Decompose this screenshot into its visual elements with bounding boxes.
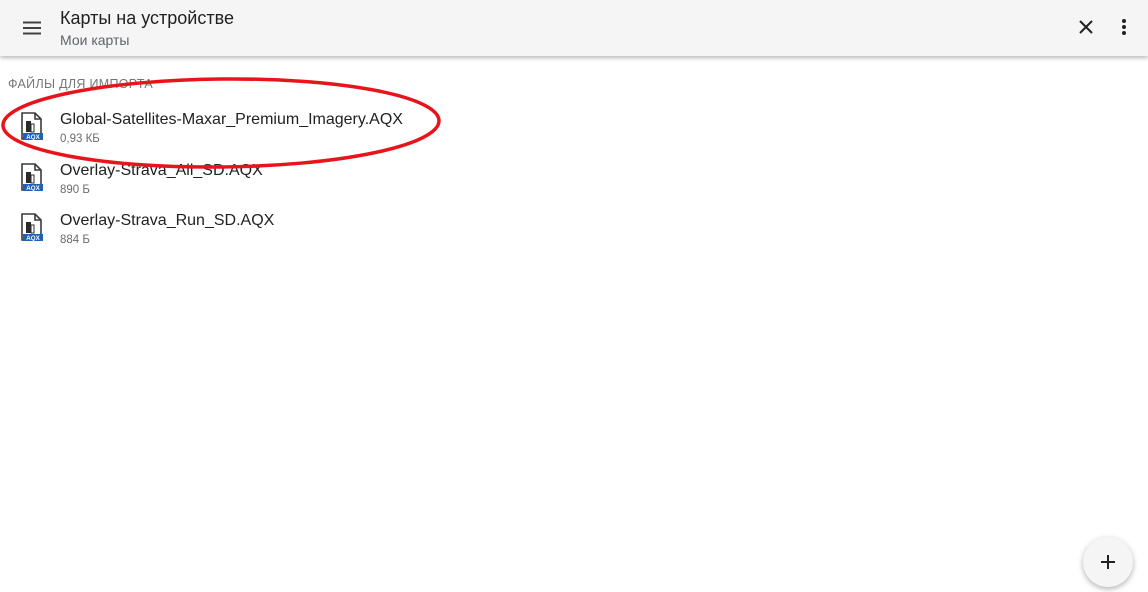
file-list-item[interactable]: AQX Overlay-Strava_Run_SD.AQX 884 Б	[0, 203, 1148, 254]
close-icon	[1079, 20, 1093, 34]
close-button[interactable]	[1066, 7, 1106, 47]
file-list-item[interactable]: AQX Overlay-Strava_All_SD.AQX 890 Б	[0, 153, 1148, 204]
plus-icon	[1101, 555, 1115, 569]
menu-button[interactable]	[12, 8, 52, 48]
file-name: Global-Satellites-Maxar_Premium_Imagery.…	[60, 111, 403, 128]
file-name: Overlay-Strava_Run_SD.AQX	[60, 212, 275, 229]
file-size: 890 Б	[60, 183, 90, 196]
svg-text:AQX: AQX	[26, 235, 40, 242]
menu-icon	[23, 21, 41, 35]
file-name: Overlay-Strava_All_SD.AQX	[60, 161, 263, 179]
section-header: Файлы для импорта	[8, 77, 153, 91]
svg-text:AQX: AQX	[26, 134, 40, 141]
page-subtitle: Мои карты	[60, 32, 130, 48]
title-block: Карты на устройстве Мои карты	[60, 7, 234, 50]
more-vert-icon	[1122, 19, 1126, 35]
file-size: 0,93 КБ	[60, 133, 100, 145]
file-list-item[interactable]: AQX Global-Satellites-Maxar_Premium_Imag…	[0, 102, 1148, 153]
svg-text:AQX: AQX	[26, 185, 40, 192]
file-size: 884 Б	[60, 234, 90, 246]
aqx-file-icon: AQX	[21, 112, 43, 141]
add-button[interactable]	[1083, 537, 1133, 587]
app-screen: Карты на устройстве Мои карты Файлы для …	[0, 0, 1148, 592]
aqx-file-icon: AQX	[21, 162, 43, 192]
top-app-bar: Карты на устройстве Мои карты	[0, 0, 1148, 56]
aqx-file-icon: AQX	[21, 213, 43, 242]
import-file-list: AQX Global-Satellites-Maxar_Premium_Imag…	[0, 102, 1148, 254]
page-title: Карты на устройстве	[60, 8, 234, 28]
more-options-button[interactable]	[1108, 7, 1140, 47]
